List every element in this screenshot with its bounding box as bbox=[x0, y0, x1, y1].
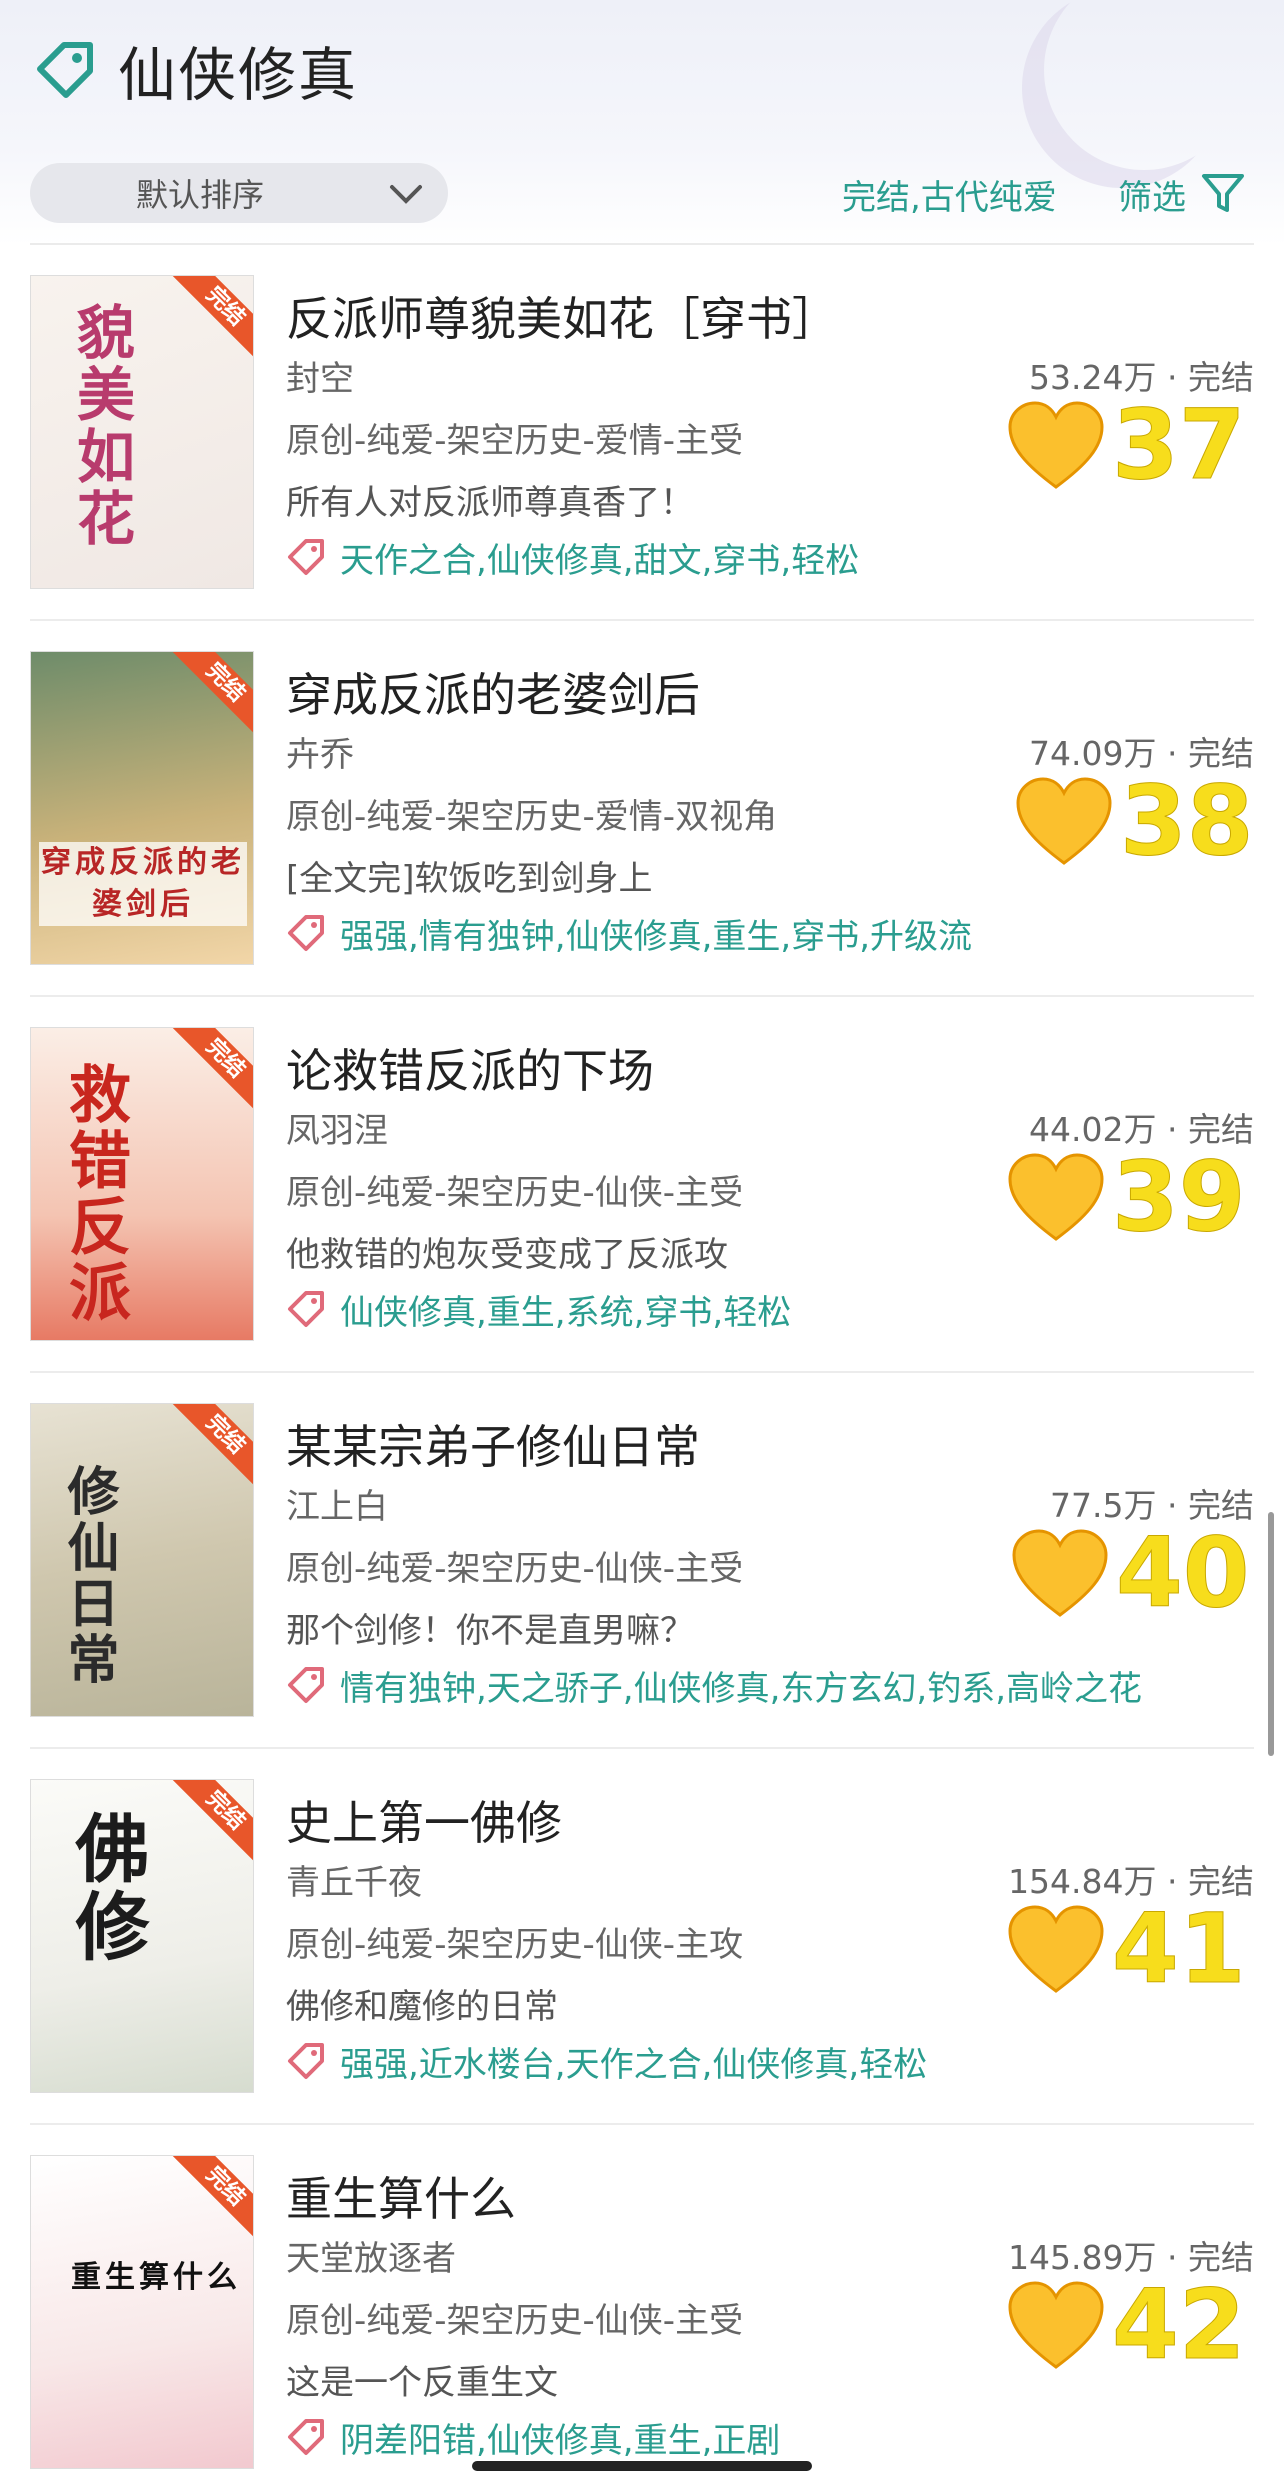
book-title[interactable]: 穿成反派的老婆剑后 bbox=[286, 659, 700, 725]
book-description: 他救错的炮灰受变成了反派攻 bbox=[286, 1235, 728, 1275]
tag-icon bbox=[288, 915, 324, 951]
tag-icon bbox=[288, 1667, 324, 1703]
rank-number: 42 bbox=[1112, 2269, 1247, 2381]
tag-icon bbox=[288, 2043, 324, 2079]
active-filters[interactable]: 完结,古代纯爱 bbox=[842, 170, 1057, 219]
book-description: 那个剑修！你不是直男嘛？ bbox=[286, 1611, 694, 1651]
completed-ribbon: 完结 bbox=[171, 1404, 253, 1489]
book-category: 原创-纯爱-架空历史-仙侠-主受 bbox=[286, 1549, 744, 1589]
book-tags-row: 强强,情有独钟,仙侠修真,重生,穿书,升级流 bbox=[286, 909, 972, 958]
book-item[interactable]: 救错反派 完结 论救错反派的下场 凤羽涅 44.02万 · 完结 原创-纯爱-架… bbox=[0, 997, 1284, 1373]
book-tags[interactable]: 强强,情有独钟,仙侠修真,重生,穿书,升级流 bbox=[340, 909, 972, 958]
completed-ribbon: 完结 bbox=[171, 2156, 253, 2241]
book-tags-row: 情有独钟,天之骄子,仙侠修真,东方玄幻,钓系,高岭之花 bbox=[286, 1661, 1142, 1710]
cover-title: 貌美如花 bbox=[67, 302, 135, 550]
page-title-row: 仙侠修真 bbox=[34, 30, 358, 110]
tag-icon bbox=[37, 42, 93, 98]
tag-icon bbox=[288, 539, 324, 575]
completed-ribbon: 完结 bbox=[171, 652, 253, 737]
yellow-heart-icon bbox=[1012, 1529, 1108, 1617]
book-author[interactable]: 卉乔 bbox=[286, 727, 354, 776]
book-tags[interactable]: 强强,近水楼台,天作之合,仙侠修真,轻松 bbox=[340, 2037, 927, 2086]
book-cover[interactable]: 重生算什么 完结 bbox=[30, 2155, 254, 2469]
completed-ribbon: 完结 bbox=[171, 1028, 253, 1113]
book-category: 原创-纯爱-架空历史-仙侠-主受 bbox=[286, 2301, 744, 2341]
book-title[interactable]: 某某宗弟子修仙日常 bbox=[286, 1411, 700, 1477]
book-author[interactable]: 封空 bbox=[286, 351, 354, 400]
cover-title: 修仙日常 bbox=[58, 1464, 119, 1688]
cover-title: 佛修 bbox=[63, 1810, 149, 1966]
scrollbar[interactable] bbox=[1268, 1512, 1274, 1756]
rank-number: 37 bbox=[1112, 389, 1247, 501]
filter-button[interactable]: 筛选 bbox=[1118, 170, 1186, 219]
book-description: [全文完]软饭吃到剑身上 bbox=[286, 859, 653, 899]
book-description: 所有人对反派师尊真香了！ bbox=[286, 483, 694, 523]
cover-title: 救错反派 bbox=[58, 1062, 131, 1326]
book-item[interactable]: 佛修 完结 史上第一佛修 青丘千夜 154.84万 · 完结 原创-纯爱-架空历… bbox=[0, 1749, 1284, 2125]
rank-badge: 39 bbox=[1006, 1141, 1247, 1253]
cover-title: 穿成反派的老婆剑后 bbox=[39, 842, 247, 926]
book-item[interactable]: 修仙日常 完结 某某宗弟子修仙日常 江上白 77.5万 · 完结 原创-纯爱-架… bbox=[0, 1373, 1284, 1749]
rank-number: 40 bbox=[1116, 1517, 1251, 1629]
completed-ribbon: 完结 bbox=[171, 276, 253, 361]
book-title[interactable]: 反派师尊貌美如花［穿书］ bbox=[286, 283, 838, 349]
book-cover[interactable]: 貌美如花 完结 bbox=[30, 275, 254, 589]
page-title: 仙侠修真 bbox=[118, 41, 359, 109]
book-title[interactable]: 史上第一佛修 bbox=[286, 1787, 562, 1853]
rank-badge: 40 bbox=[1010, 1517, 1251, 1629]
book-cover[interactable]: 佛修 完结 bbox=[30, 1779, 254, 2093]
book-title[interactable]: 论救错反派的下场 bbox=[286, 1035, 654, 1101]
book-category: 原创-纯爱-架空历史-仙侠-主攻 bbox=[286, 1925, 744, 1965]
book-category: 原创-纯爱-架空历史-爱情-主受 bbox=[286, 421, 744, 461]
book-tags-row: 仙侠修真,重生,系统,穿书,轻松 bbox=[286, 1285, 791, 1334]
book-tags-row: 强强,近水楼台,天作之合,仙侠修真,轻松 bbox=[286, 2037, 927, 2086]
book-category: 原创-纯爱-架空历史-爱情-双视角 bbox=[286, 797, 778, 837]
book-item[interactable]: 重生算什么 完结 重生算什么 天堂放逐者 145.89万 · 完结 原创-纯爱-… bbox=[0, 2125, 1284, 2473]
book-tags[interactable]: 天作之合,仙侠修真,甜文,穿书,轻松 bbox=[340, 533, 859, 582]
book-item[interactable]: 貌美如花 完结 反派师尊貌美如花［穿书］ 封空 53.24万 · 完结 原创-纯… bbox=[0, 245, 1284, 621]
book-tags-row: 天作之合,仙侠修真,甜文,穿书,轻松 bbox=[286, 533, 859, 582]
book-cover[interactable]: 修仙日常 完结 bbox=[30, 1403, 254, 1717]
yellow-heart-icon bbox=[1008, 401, 1104, 489]
tag-icon bbox=[288, 1291, 324, 1327]
chevron-down-icon bbox=[390, 185, 422, 204]
book-author[interactable]: 天堂放逐者 bbox=[286, 2231, 456, 2280]
book-item[interactable]: 穿成反派的老婆剑后 完结 穿成反派的老婆剑后 卉乔 74.09万 · 完结 原创… bbox=[0, 621, 1284, 997]
tag-icon bbox=[288, 2419, 324, 2455]
book-description: 这是一个反重生文 bbox=[286, 2363, 558, 2403]
yellow-heart-icon bbox=[1016, 777, 1112, 865]
book-author[interactable]: 江上白 bbox=[286, 1479, 388, 1528]
rank-badge: 42 bbox=[1006, 2269, 1247, 2381]
yellow-heart-icon bbox=[1008, 1905, 1104, 1993]
yellow-heart-icon bbox=[1008, 2281, 1104, 2369]
book-description: 佛修和魔修的日常 bbox=[286, 1987, 558, 2027]
book-title[interactable]: 重生算什么 bbox=[286, 2163, 516, 2229]
cover-title: 重生算什么 bbox=[71, 2260, 241, 2295]
rank-number: 41 bbox=[1112, 1893, 1247, 2005]
book-tags[interactable]: 情有独钟,天之骄子,仙侠修真,东方玄幻,钓系,高岭之花 bbox=[340, 1661, 1142, 1710]
book-tags-row: 阴差阳错,仙侠修真,重生,正剧 bbox=[286, 2413, 780, 2462]
book-category: 原创-纯爱-架空历史-仙侠-主受 bbox=[286, 1173, 744, 1213]
book-tags[interactable]: 仙侠修真,重生,系统,穿书,轻松 bbox=[340, 1285, 791, 1334]
filter-icon[interactable] bbox=[1200, 170, 1246, 216]
moon-decoration bbox=[1044, 0, 1244, 170]
rank-number: 39 bbox=[1112, 1141, 1247, 1253]
book-author[interactable]: 凤羽涅 bbox=[286, 1103, 388, 1152]
book-tags[interactable]: 阴差阳错,仙侠修真,重生,正剧 bbox=[340, 2413, 780, 2462]
yellow-heart-icon bbox=[1008, 1153, 1104, 1241]
home-indicator[interactable] bbox=[472, 2461, 812, 2471]
sort-label: 默认排序 bbox=[136, 176, 265, 214]
rank-badge: 41 bbox=[1006, 1893, 1247, 2005]
completed-ribbon: 完结 bbox=[171, 1780, 253, 1865]
book-cover[interactable]: 救错反派 完结 bbox=[30, 1027, 254, 1341]
book-author[interactable]: 青丘千夜 bbox=[286, 1855, 422, 1904]
book-cover[interactable]: 穿成反派的老婆剑后 完结 bbox=[30, 651, 254, 965]
rank-badge: 37 bbox=[1006, 389, 1247, 501]
rank-number: 38 bbox=[1120, 765, 1255, 877]
rank-badge: 38 bbox=[1014, 765, 1255, 877]
sort-dropdown[interactable]: 默认排序 bbox=[30, 163, 448, 223]
